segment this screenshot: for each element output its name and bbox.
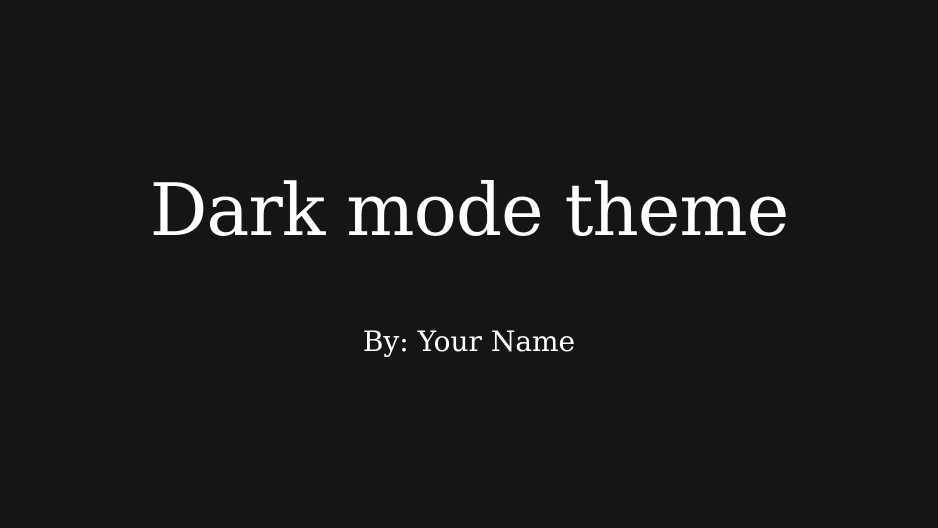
slide-subtitle: By: Your Name <box>362 325 576 358</box>
title-slide: Dark mode theme By: Your Name <box>0 0 938 528</box>
slide-title: Dark mode theme <box>149 168 790 252</box>
